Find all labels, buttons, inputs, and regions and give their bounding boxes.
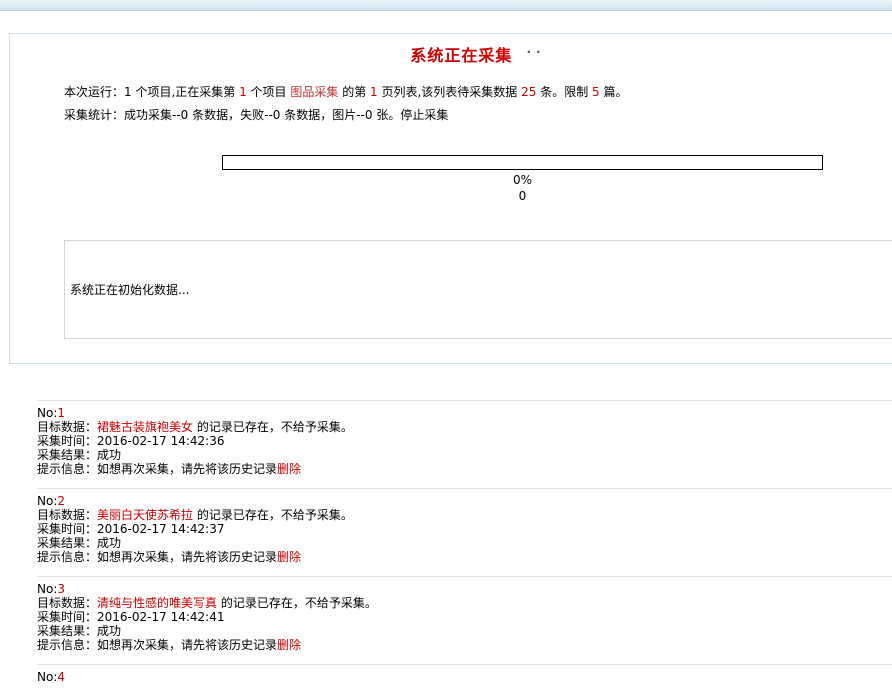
- no-label: No:: [37, 670, 57, 684]
- result-label: 采集结果：: [37, 536, 97, 550]
- target-label: 目标数据：: [37, 596, 97, 610]
- hint-text: 如想再次采集，请先将该历史记录: [97, 638, 277, 652]
- delete-link[interactable]: 删除: [277, 550, 301, 564]
- hint-label: 提示信息：: [37, 462, 97, 476]
- project-link[interactable]: 图品采集: [290, 85, 338, 99]
- run-text-1: 本次运行：1 个项目,正在采集第: [64, 85, 239, 99]
- record-4: No:4: [37, 664, 892, 696]
- record-target-line: 目标数据：美丽白天使苏希拉 的记录已存在，不给予采集。: [37, 508, 892, 522]
- collecting-panel: 系统正在采集.. 本次运行：1 个项目,正在采集第 1 个项目 图品采集 的第 …: [9, 33, 892, 364]
- run-num-project-index: 1: [239, 85, 247, 99]
- log-box: 系统正在初始化数据...: [64, 240, 892, 339]
- target-label: 目标数据：: [37, 508, 97, 522]
- record-time-line: 采集时间：2016-02-17 14:42:36: [37, 434, 892, 448]
- record-hint-line: 提示信息：如想再次采集，请先将该历史记录删除: [37, 638, 892, 652]
- delete-link[interactable]: 删除: [277, 638, 301, 652]
- time-value: 2016-02-17 14:42:41: [97, 610, 224, 624]
- target-link[interactable]: 清纯与性感的唯美写真: [97, 596, 217, 610]
- no-label: No:: [37, 406, 57, 420]
- time-value: 2016-02-17 14:42:37: [97, 522, 224, 536]
- time-label: 采集时间：: [37, 522, 97, 536]
- record-no-line: No:4: [37, 670, 892, 684]
- no-label: No:: [37, 494, 57, 508]
- record-2: No:2 目标数据：美丽白天使苏希拉 的记录已存在，不给予采集。 采集时间：20…: [37, 488, 892, 576]
- result-label: 采集结果：: [37, 624, 97, 638]
- target-note: 的记录已存在，不给予采集。: [193, 420, 353, 434]
- no-value: 4: [57, 670, 65, 684]
- run-num-page: 1: [370, 85, 378, 99]
- target-note: 的记录已存在，不给予采集。: [193, 508, 353, 522]
- no-value: 1: [57, 406, 65, 420]
- result-value: 成功: [97, 624, 121, 638]
- no-label: No:: [37, 582, 57, 596]
- stop-collect-link[interactable]: 停止采集: [400, 108, 448, 122]
- hint-label: 提示信息：: [37, 638, 97, 652]
- stats-line: 采集统计：成功采集--0 条数据，失败--0 条数据，图片--0 张。停止采集: [64, 108, 892, 122]
- loading-dots: ..: [526, 42, 545, 56]
- result-label: 采集结果：: [37, 448, 97, 462]
- time-label: 采集时间：: [37, 434, 97, 448]
- record-time-line: 采集时间：2016-02-17 14:42:37: [37, 522, 892, 536]
- delete-link[interactable]: 删除: [277, 462, 301, 476]
- no-value: 2: [57, 494, 65, 508]
- time-label: 采集时间：: [37, 610, 97, 624]
- run-num-pending: 25: [521, 85, 536, 99]
- record-no-line: No:1: [37, 406, 892, 420]
- hint-text: 如想再次采集，请先将该历史记录: [97, 462, 277, 476]
- record-time-line: 采集时间：2016-02-17 14:42:41: [37, 610, 892, 624]
- record-hint-line: 提示信息：如想再次采集，请先将该历史记录删除: [37, 462, 892, 476]
- record-result-line: 采集结果：成功: [37, 448, 892, 462]
- time-value: 2016-02-17 14:42:36: [97, 434, 224, 448]
- record-no-line: No:2: [37, 494, 892, 508]
- record-1: No:1 目标数据：裙魅古装旗袍美女 的记录已存在，不给予采集。 采集时间：20…: [37, 400, 892, 488]
- record-result-line: 采集结果：成功: [37, 624, 892, 638]
- record-result-line: 采集结果：成功: [37, 536, 892, 550]
- target-link[interactable]: 美丽白天使苏希拉: [97, 508, 193, 522]
- target-link[interactable]: 裙魅古装旗袍美女: [97, 420, 193, 434]
- run-text-6: 篇。: [600, 85, 628, 99]
- record-hint-line: 提示信息：如想再次采集，请先将该历史记录删除: [37, 550, 892, 564]
- record-target-line: 目标数据：清纯与性感的唯美写真 的记录已存在，不给予采集。: [37, 596, 892, 610]
- run-status-line: 本次运行：1 个项目,正在采集第 1 个项目 图品采集 的第 1 页列表,该列表…: [64, 85, 892, 99]
- browser-top-strip: [0, 0, 892, 11]
- hint-label: 提示信息：: [37, 550, 97, 564]
- result-value: 成功: [97, 536, 121, 550]
- run-text-4: 页列表,该列表待采集数据: [378, 85, 521, 99]
- target-label: 目标数据：: [37, 420, 97, 434]
- run-text-5: 条。限制: [536, 85, 592, 99]
- result-value: 成功: [97, 448, 121, 462]
- progress-percent: 0%: [222, 173, 823, 187]
- record-no-line: No:3: [37, 582, 892, 596]
- target-note: 的记录已存在，不给予采集。: [217, 596, 377, 610]
- progress-count: 0: [222, 189, 823, 203]
- stats-text: 采集统计：成功采集--0 条数据，失败--0 条数据，图片--0 张。: [64, 108, 400, 122]
- record-3: No:3 目标数据：清纯与性感的唯美写真 的记录已存在，不给予采集。 采集时间：…: [37, 576, 892, 664]
- init-message: 系统正在初始化数据...: [65, 241, 892, 297]
- history-records-list: No:1 目标数据：裙魅古装旗袍美女 的记录已存在，不给予采集。 采集时间：20…: [37, 400, 892, 696]
- run-num-limit: 5: [592, 85, 600, 99]
- record-target-line: 目标数据：裙魅古装旗袍美女 的记录已存在，不给予采集。: [37, 420, 892, 434]
- no-value: 3: [57, 582, 65, 596]
- page-title-text: 系统正在采集: [410, 46, 512, 65]
- run-text-2: 个项目: [247, 85, 291, 99]
- run-text-3: 的第: [338, 85, 370, 99]
- page-title: 系统正在采集..: [10, 42, 892, 66]
- hint-text: 如想再次采集，请先将该历史记录: [97, 550, 277, 564]
- progress-bar: [222, 155, 823, 170]
